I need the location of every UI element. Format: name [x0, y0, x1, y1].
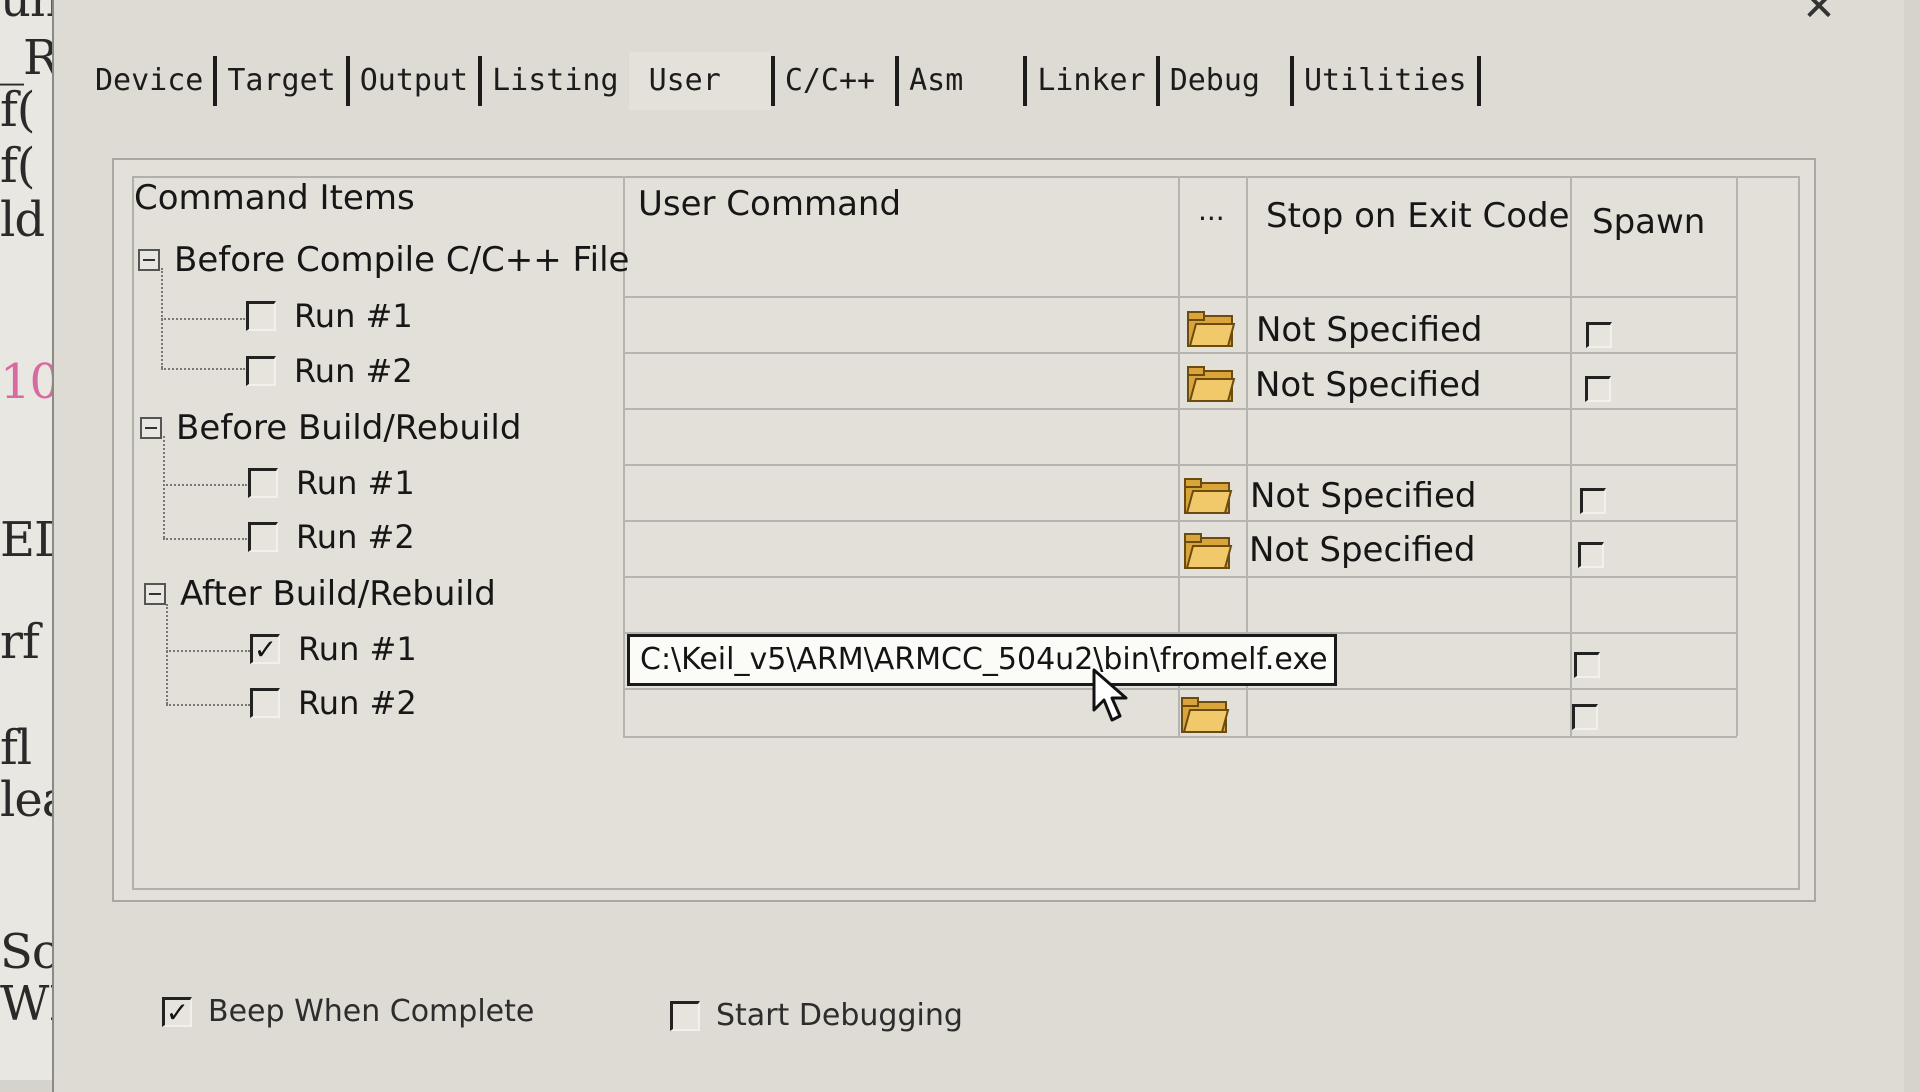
grid-divider	[1736, 176, 1738, 736]
start-debugging-checkbox[interactable]	[670, 1000, 700, 1031]
tab-listing[interactable]: Listing	[482, 56, 628, 106]
tab-c-cpp[interactable]: C/C++	[770, 56, 900, 106]
group-after-build[interactable]: After Build/Rebuild	[144, 574, 496, 614]
start-debugging-label: Start Debugging	[716, 998, 963, 1033]
folder-browse-icon[interactable]	[1183, 475, 1233, 515]
run-checkbox-checked[interactable]: ✓	[250, 634, 280, 664]
spawn-checkbox[interactable]	[1574, 652, 1600, 678]
stop-code-cell[interactable]: Not Specified	[1250, 476, 1477, 516]
run-checkbox[interactable]	[246, 356, 276, 386]
editor-line: un	[0, 0, 61, 28]
header-stop-on-exit-code: Stop on Exit Code	[1266, 196, 1570, 236]
before-compile-run-2[interactable]: Run #2	[246, 352, 413, 390]
tree-connector	[161, 318, 245, 320]
mouse-cursor-icon	[1092, 668, 1128, 722]
after-build-run-1[interactable]: ✓ Run #1	[250, 630, 417, 668]
grid-row-line	[623, 464, 1737, 466]
header-command-items: Command Items	[134, 178, 415, 218]
after-build-run-2[interactable]: Run #2	[250, 684, 417, 722]
spawn-checkbox[interactable]	[1580, 488, 1606, 514]
tab-device[interactable]: Device	[85, 56, 218, 106]
run-checkbox[interactable]	[250, 688, 280, 718]
editor-line: rf	[0, 614, 40, 670]
run-checkbox[interactable]	[248, 522, 278, 552]
tree-connector	[163, 436, 165, 538]
before-build-run-1[interactable]: Run #1	[248, 464, 415, 502]
tree-connector	[166, 604, 168, 704]
spawn-checkbox[interactable]	[1578, 542, 1604, 568]
beep-when-complete-label: Beep When Complete	[208, 994, 535, 1029]
spawn-checkbox[interactable]	[1586, 322, 1612, 348]
editor-line: _R	[0, 30, 59, 86]
grid-row-line	[623, 736, 1737, 738]
tab-user[interactable]: User	[628, 52, 771, 110]
group-before-build[interactable]: Before Build/Rebuild	[140, 408, 521, 448]
tab-asm[interactable]: Asm	[899, 56, 1028, 106]
tab-output[interactable]: Output	[350, 56, 483, 106]
run-checkbox[interactable]	[248, 468, 278, 498]
tab-utilities[interactable]: Utilities	[1294, 56, 1481, 106]
editor-line: 10	[0, 354, 60, 410]
start-debugging-option[interactable]: Start Debugging	[670, 998, 963, 1033]
folder-browse-icon[interactable]	[1183, 530, 1233, 570]
grid-row-line	[623, 688, 1737, 690]
grid-row-line	[623, 576, 1737, 578]
folder-browse-icon[interactable]	[1186, 308, 1236, 348]
tab-target[interactable]: Target	[217, 56, 350, 106]
tree-connector	[166, 704, 250, 706]
before-compile-run-1[interactable]: Run #1	[246, 297, 413, 335]
stop-code-cell[interactable]: Not Specified	[1255, 365, 1482, 405]
tab-linker[interactable]: Linker	[1027, 56, 1160, 106]
run-label: Run #2	[296, 518, 415, 556]
collapse-icon[interactable]	[138, 249, 160, 271]
run-label: Run #2	[294, 352, 413, 390]
beep-when-complete-checkbox[interactable]: ✓	[162, 996, 192, 1027]
grid-divider	[1570, 176, 1572, 736]
editor-line: f(	[0, 138, 35, 194]
folder-browse-icon[interactable]	[1180, 694, 1230, 734]
tree-connector	[163, 484, 247, 486]
group-before-compile[interactable]: Before Compile C/C++ File	[138, 240, 629, 280]
beep-when-complete-option[interactable]: ✓ Beep When Complete	[162, 994, 534, 1029]
stop-code-cell[interactable]: Not Specified	[1256, 310, 1483, 350]
run-label: Run #2	[298, 684, 417, 722]
grid-row-line	[623, 296, 1737, 298]
before-build-run-2[interactable]: Run #2	[248, 518, 415, 556]
tab-debug[interactable]: Debug	[1160, 56, 1294, 106]
collapse-icon[interactable]	[144, 583, 166, 605]
group-label: After Build/Rebuild	[180, 574, 496, 614]
collapse-icon[interactable]	[140, 417, 162, 439]
header-user-command: User Command	[638, 184, 902, 224]
spawn-checkbox[interactable]	[1585, 376, 1611, 402]
editor-line: fl	[0, 720, 32, 776]
editor-line: ld	[0, 192, 45, 248]
run-label: Run #1	[294, 297, 413, 335]
tree-connector	[166, 650, 250, 652]
stop-code-cell[interactable]: Not Specified	[1249, 530, 1476, 570]
close-icon[interactable]: ✕	[1794, 0, 1844, 27]
spawn-checkbox[interactable]	[1572, 704, 1598, 730]
run-checkbox[interactable]	[246, 301, 276, 331]
group-label: Before Compile C/C++ File	[174, 240, 630, 280]
tree-connector	[161, 368, 245, 370]
tree-connector	[163, 538, 247, 540]
group-label: Before Build/Rebuild	[176, 408, 522, 448]
user-command-input[interactable]: C:\Keil_v5\ARM\ARMCC_504u2\bin\fromelf.e…	[627, 634, 1337, 686]
grid-row-line	[623, 408, 1737, 410]
header-spawn: Spawn	[1592, 202, 1706, 242]
grid-row-line	[623, 352, 1737, 354]
tab-bar: Device Target Output Listing User C/C++ …	[85, 48, 1481, 110]
editor-line: f(	[0, 82, 35, 138]
header-browse: ...	[1198, 194, 1225, 227]
folder-browse-icon[interactable]	[1186, 363, 1236, 403]
run-label: Run #1	[296, 464, 415, 502]
run-label: Run #1	[298, 630, 417, 668]
grid-row-line	[623, 520, 1737, 522]
